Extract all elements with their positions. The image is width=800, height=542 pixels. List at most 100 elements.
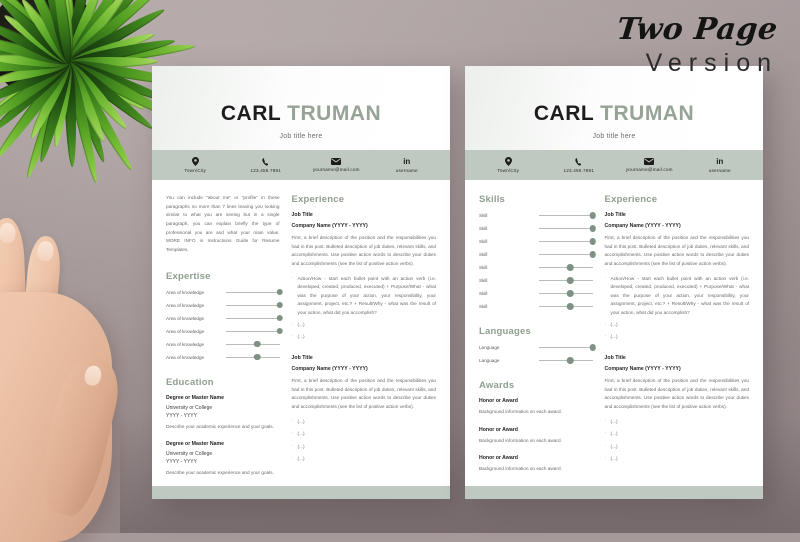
experience-title-page-1: Experience — [291, 194, 345, 205]
skill-row-track[interactable] — [539, 264, 593, 271]
award-entry: Honor or Award Background information on … — [479, 398, 593, 416]
contact-item-linkedin[interactable]: in username — [685, 157, 756, 173]
award-entry: Honor or Award Background information on … — [479, 427, 593, 445]
skill-row[interactable]: Skill — [479, 303, 593, 310]
expertise-row-dot[interactable] — [276, 314, 283, 322]
experience-bullet: (...) — [292, 417, 436, 426]
skill-row-dot[interactable] — [589, 251, 596, 258]
skill-row-dot[interactable] — [566, 303, 574, 310]
education-dates: YYYY - YYYY — [166, 459, 197, 466]
expertise-row[interactable]: Area of knowledge — [166, 288, 283, 296]
skill-row[interactable]: Skill — [479, 225, 596, 232]
skill-row[interactable]: Skill — [479, 290, 593, 297]
skill-row-dot[interactable] — [589, 212, 596, 219]
contact-item-linkedin[interactable]: in username — [372, 156, 443, 173]
resume-page-1[interactable]: CARL TRUMAN Job title here Town/City 123… — [152, 66, 450, 499]
contact-item-email[interactable]: yourname@mail.com — [301, 158, 372, 172]
experience-company: Company Name (YYYY - YYYY) — [604, 365, 681, 372]
experience-title-page-2: Experience — [604, 194, 658, 205]
resume-page-2[interactable]: CARL TRUMAN Job title here Town/City 123… — [465, 66, 763, 499]
experience-bullet: (...) — [605, 320, 749, 329]
awards-section: Awards Honor or Award Background informat… — [479, 380, 593, 473]
expertise-row-dot[interactable] — [276, 327, 283, 335]
expertise-row-label: Area of knowledge — [166, 315, 205, 321]
expertise-row[interactable]: Area of knowledge — [166, 340, 280, 348]
contact-phone-text: 123.456.7891 — [250, 167, 281, 173]
expertise-row-label: Area of knowledge — [166, 289, 205, 295]
envelope-icon — [644, 158, 655, 165]
page-2-left-column: Skills Skill Skill Skill Skill Skill Skill Ski… — [479, 194, 596, 484]
education-description: Describe your academic experience and yo… — [166, 470, 274, 476]
expertise-row-track[interactable] — [226, 327, 283, 335]
contact-email-text: yourname@mail.com — [625, 167, 673, 172]
skill-row[interactable]: Skill — [479, 264, 593, 271]
skill-row-track[interactable] — [539, 303, 593, 310]
experience-bullet-list: Action/How - start each bullet point wit… — [292, 274, 436, 342]
experience-bullet: (...) — [605, 442, 749, 451]
phone-icon — [262, 157, 270, 166]
skill-row-label: Skill — [479, 265, 488, 270]
language-row-dot[interactable] — [566, 357, 574, 364]
skill-row-label: Skill — [479, 239, 488, 244]
expertise-row[interactable]: Area of knowledge — [166, 327, 283, 335]
expertise-row[interactable]: Area of knowledge — [166, 301, 283, 309]
candidate-first-name: CARL — [533, 102, 594, 125]
expertise-row-dot[interactable] — [253, 353, 261, 361]
expertise-row[interactable]: Area of knowledge — [166, 353, 280, 361]
language-row[interactable]: Language — [479, 344, 596, 351]
hand-prop — [0, 217, 152, 542]
skill-row[interactable]: Skill — [479, 251, 596, 258]
contact-item-location[interactable]: Town/City — [473, 157, 544, 173]
skill-row-track[interactable] — [539, 251, 596, 258]
candidate-name-page-2: CARL TRUMAN — [465, 102, 763, 126]
skill-row-track[interactable] — [539, 238, 596, 245]
contact-bar-page-1: Town/City 123.456.7891 yourname@mail.com… — [152, 150, 450, 180]
expertise-row-track[interactable] — [226, 353, 280, 361]
skill-row[interactable]: Skill — [479, 212, 596, 219]
linkedin-icon: in — [403, 156, 411, 166]
skill-row[interactable]: Skill — [479, 277, 593, 284]
experience-bullet-list: (...) (...) (...) (...) — [292, 417, 436, 464]
skill-row[interactable]: Skill — [479, 238, 596, 245]
contact-item-location[interactable]: Town/City — [160, 157, 231, 173]
skill-row-dot[interactable] — [589, 238, 596, 245]
experience-job-title: Job Title — [604, 212, 626, 218]
expertise-row-dot[interactable] — [253, 340, 261, 348]
candidate-last-name: TRUMAN — [600, 102, 695, 125]
contact-linkedin-text: username — [395, 167, 418, 173]
page-2-right-column: Experience Job Title Company Name (YYYY -… — [605, 194, 749, 484]
fingernail — [36, 240, 55, 262]
education-entry: Degree or Master Name University or Colle… — [166, 395, 280, 431]
experience-bullet: (...) — [605, 332, 749, 341]
skill-row-track[interactable] — [539, 290, 593, 297]
expertise-row[interactable]: Area of knowledge — [166, 314, 283, 322]
language-row-track[interactable] — [539, 344, 596, 351]
skill-row-dot[interactable] — [589, 225, 596, 232]
skill-row-track[interactable] — [539, 225, 596, 232]
expertise-row-track[interactable] — [226, 301, 283, 309]
education-description: Describe your academic experience and yo… — [166, 423, 274, 429]
candidate-job-title-page-2: Job title here — [592, 133, 636, 140]
skill-row-dot[interactable] — [566, 277, 574, 284]
expertise-row-dot[interactable] — [276, 301, 283, 309]
language-row-dot[interactable] — [589, 344, 596, 351]
contact-item-phone[interactable]: 123.456.7891 — [231, 157, 302, 173]
expertise-row-track[interactable] — [226, 288, 283, 296]
skill-row-dot[interactable] — [566, 264, 574, 271]
language-row[interactable]: Language — [479, 357, 593, 364]
education-title: Education — [166, 376, 214, 388]
contact-item-email[interactable]: yourname@mail.com — [614, 158, 685, 172]
experience-bullet: (...) — [605, 429, 749, 438]
language-row-track[interactable] — [539, 357, 593, 364]
page-2-footer-bar — [465, 486, 763, 499]
skill-row-label: Skill — [479, 291, 488, 296]
page-2-columns: Skills Skill Skill Skill Skill Skill Skill Ski… — [465, 180, 763, 484]
skill-row-track[interactable] — [539, 277, 593, 284]
expertise-row-track[interactable] — [226, 314, 283, 322]
skill-row-track[interactable] — [539, 212, 596, 219]
expertise-row-track[interactable] — [226, 340, 280, 348]
skill-row-dot[interactable] — [566, 290, 574, 297]
resume-header-page-2: CARL TRUMAN Job title here — [465, 66, 763, 150]
contact-item-phone[interactable]: 123.456.7891 — [544, 157, 615, 173]
expertise-row-dot[interactable] — [276, 288, 283, 296]
